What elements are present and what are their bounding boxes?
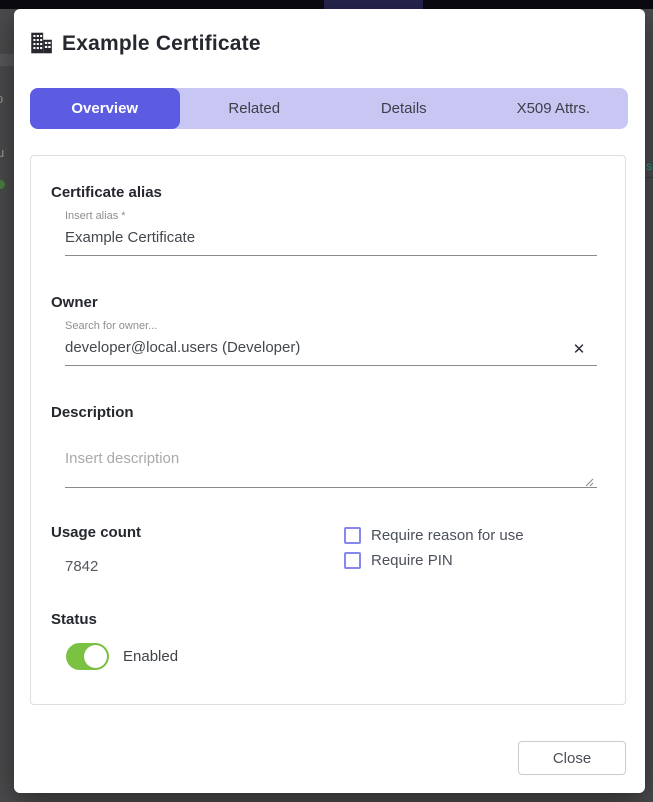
background-remnant-dot bbox=[0, 180, 5, 189]
require-pin-label: Require PIN bbox=[371, 552, 453, 569]
background-remnant-text: s bbox=[646, 160, 652, 172]
require-reason-row: Require reason for use bbox=[344, 525, 524, 545]
status-toggle-label: Enabled bbox=[123, 648, 178, 665]
background-topbar-accent bbox=[324, 0, 423, 9]
tab-related[interactable]: Related bbox=[180, 88, 330, 129]
overview-form-card: Certificate alias Insert alias * Owner S… bbox=[30, 155, 626, 705]
require-pin-checkbox[interactable] bbox=[344, 552, 361, 569]
background-remnant-text: u bbox=[0, 146, 4, 159]
status-label: Status bbox=[51, 611, 97, 628]
require-reason-checkbox[interactable] bbox=[344, 527, 361, 544]
close-button[interactable]: Close bbox=[518, 741, 626, 775]
screen: o u s Example Cer bbox=[0, 0, 653, 802]
resize-handle-icon[interactable] bbox=[583, 474, 594, 485]
tab-details[interactable]: Details bbox=[329, 88, 479, 129]
certificate-alias-label: Certificate alias bbox=[51, 184, 162, 201]
modal-header: Example Certificate bbox=[14, 9, 645, 79]
tab-overview[interactable]: Overview bbox=[30, 88, 180, 129]
background-remnant-band bbox=[0, 54, 14, 66]
require-pin-row: Require PIN bbox=[344, 550, 453, 570]
description-textarea[interactable] bbox=[65, 444, 597, 488]
background-remnant-divider bbox=[645, 177, 653, 178]
clear-owner-icon[interactable]: ✕ bbox=[569, 340, 589, 360]
tab-bar: Overview Related Details X509 Attrs. bbox=[30, 88, 628, 129]
status-toggle[interactable] bbox=[66, 643, 109, 670]
owner-label: Owner bbox=[51, 294, 98, 311]
usage-count-value: 7842 bbox=[65, 558, 98, 575]
require-reason-label: Require reason for use bbox=[371, 527, 524, 544]
description-label: Description bbox=[51, 404, 134, 421]
certificate-modal: Example Certificate Overview Related Det… bbox=[14, 9, 645, 793]
tab-x509-attrs[interactable]: X509 Attrs. bbox=[479, 88, 629, 129]
modal-title: Example Certificate bbox=[62, 32, 261, 56]
certificate-alias-field-label: Insert alias * bbox=[65, 210, 126, 222]
background-remnant-text: o bbox=[0, 92, 3, 105]
owner-search-input[interactable] bbox=[65, 336, 597, 366]
toggle-knob bbox=[84, 645, 107, 668]
usage-count-label: Usage count bbox=[51, 524, 141, 541]
owner-field-label: Search for owner... bbox=[65, 320, 157, 332]
building-icon bbox=[28, 30, 54, 56]
certificate-alias-input[interactable] bbox=[65, 226, 597, 256]
